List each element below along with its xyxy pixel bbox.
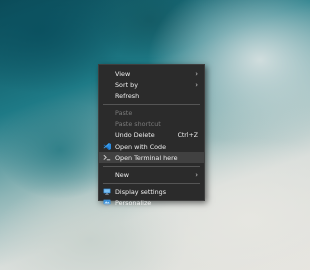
menu-item-label: Sort by (115, 80, 138, 89)
chevron-right-icon: › (195, 170, 198, 179)
menu-item-refresh[interactable]: Refresh (99, 90, 204, 101)
chevron-right-icon: › (195, 69, 198, 78)
menu-item-label: Open Terminal here (115, 153, 178, 162)
menu-item-new[interactable]: New › (99, 169, 204, 180)
menu-item-view[interactable]: View › (99, 68, 204, 79)
menu-item-personalize[interactable]: Personalize (99, 197, 204, 208)
menu-item-label: Personalize (115, 198, 152, 207)
chevron-right-icon: › (195, 80, 198, 89)
menu-item-paste-shortcut: Paste shortcut (99, 119, 204, 130)
menu-item-display-settings[interactable]: Display settings (99, 186, 204, 197)
desktop-context-menu: View › Sort by › Refresh Paste Paste sho… (98, 64, 205, 207)
menu-item-label: Refresh (115, 91, 140, 100)
menu-separator (103, 165, 200, 167)
menu-item-paste: Paste (99, 107, 204, 118)
menu-item-shortcut: Ctrl+Z (177, 131, 198, 139)
menu-separator (103, 182, 200, 184)
menu-item-label: Paste (115, 108, 133, 117)
menu-item-label: Paste shortcut (115, 120, 161, 129)
menu-item-open-with-code[interactable]: Open with Code (99, 141, 204, 152)
menu-item-undo-delete[interactable]: Undo Delete Ctrl+Z (99, 130, 204, 141)
menu-item-label: Open with Code (115, 142, 167, 151)
display-settings-icon (103, 188, 111, 195)
terminal-icon (103, 154, 111, 161)
menu-item-sort-by[interactable]: Sort by › (99, 79, 204, 90)
menu-item-label: View (115, 69, 131, 78)
menu-separator (103, 103, 200, 105)
personalize-icon (103, 199, 111, 206)
menu-item-label: New (115, 170, 129, 179)
menu-item-label: Undo Delete (115, 131, 155, 140)
menu-item-label: Display settings (115, 187, 167, 196)
vscode-icon (103, 142, 111, 150)
menu-item-open-terminal-here[interactable]: Open Terminal here (99, 152, 204, 164)
